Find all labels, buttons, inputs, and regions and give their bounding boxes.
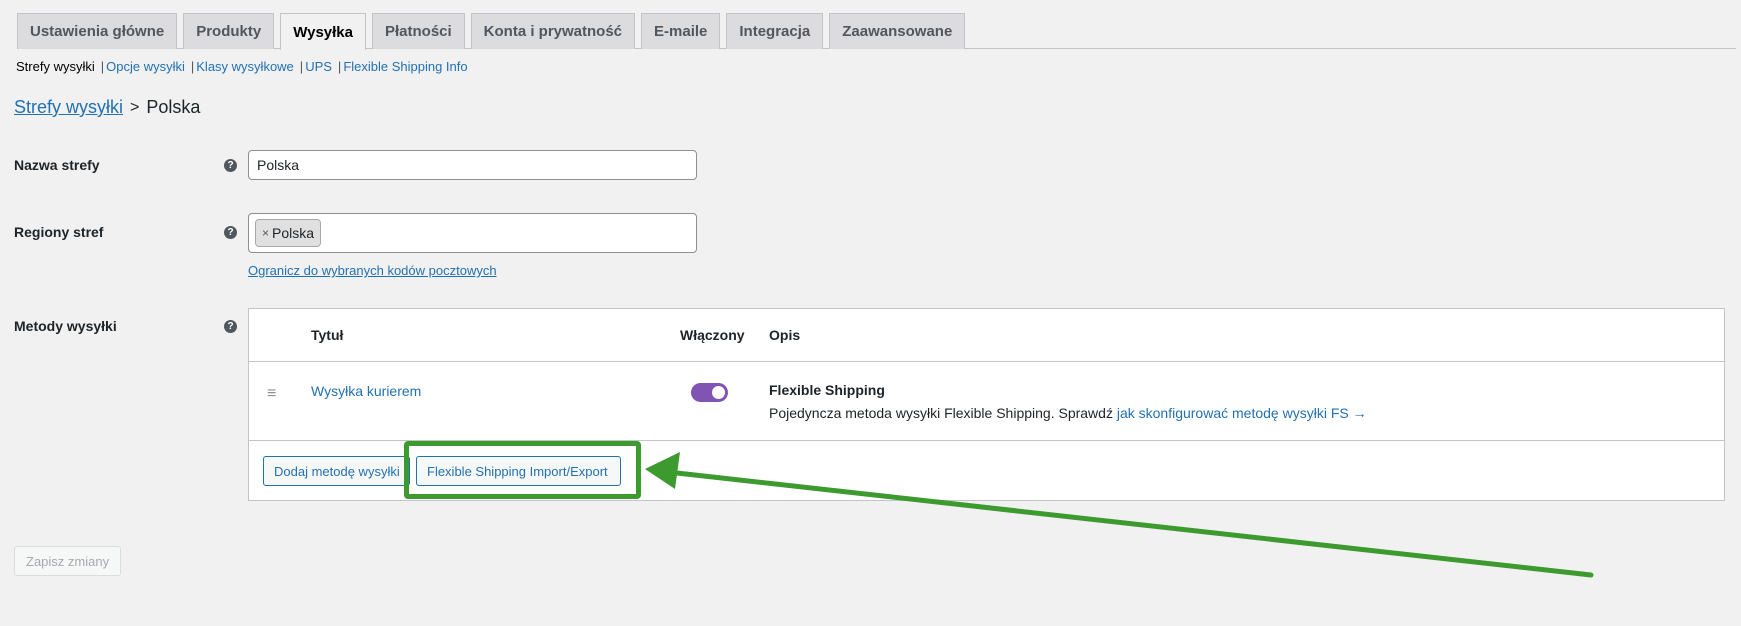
annotation-arrow-icon bbox=[645, 452, 1594, 578]
